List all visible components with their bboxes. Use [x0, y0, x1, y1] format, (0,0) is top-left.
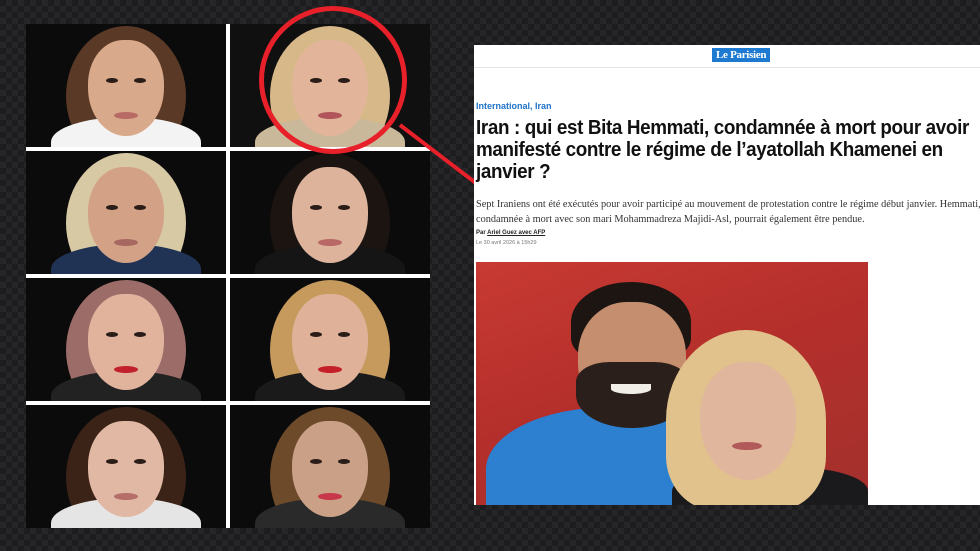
- portrait-eye-right: [338, 205, 350, 210]
- le-parisien-logo[interactable]: Le Parisien: [712, 48, 771, 62]
- portrait-eye-left: [310, 332, 322, 337]
- portrait-eye-right: [134, 332, 146, 337]
- portrait-1: [26, 24, 226, 147]
- portrait-eye-right: [338, 459, 350, 464]
- portrait-face: [88, 421, 164, 517]
- portrait-lips: [318, 239, 342, 246]
- portrait-5: [26, 278, 226, 401]
- portrait-lips: [114, 493, 138, 500]
- article-summary: Sept Iraniens ont été exécutés pour avoi…: [476, 199, 980, 225]
- portrait-eye-right: [338, 332, 350, 337]
- portrait-eye-left: [106, 459, 118, 464]
- portrait-eye-right: [134, 78, 146, 83]
- portrait-eye-left: [310, 205, 322, 210]
- portrait-lips: [114, 239, 138, 246]
- portrait-lips: [114, 112, 138, 119]
- byline-author[interactable]: Ariel Guez avec AFP: [487, 230, 545, 236]
- masthead: Le Parisien: [474, 45, 980, 68]
- portrait-eye-right: [134, 205, 146, 210]
- woman-lips: [732, 442, 762, 450]
- portrait-8: [230, 405, 430, 528]
- portrait-eye-left: [106, 205, 118, 210]
- portrait-7: [26, 405, 226, 528]
- portrait-face: [88, 294, 164, 390]
- woman-face: [700, 362, 796, 480]
- portrait-3: [26, 151, 226, 274]
- article-date: Le 30 avril 2026 à 15h29: [476, 240, 537, 246]
- portrait-face: [88, 167, 164, 263]
- portrait-face: [292, 167, 368, 263]
- portrait-6: [230, 278, 430, 401]
- man-smile: [611, 384, 651, 394]
- highlight-circle: [259, 6, 407, 154]
- portrait-face: [88, 40, 164, 136]
- news-article-screenshot: Le Parisien International, Iran Iran : q…: [474, 45, 980, 505]
- byline-prefix: Par: [476, 230, 486, 236]
- portrait-lips: [114, 366, 138, 373]
- portrait-face: [292, 421, 368, 517]
- couple-photo: [476, 262, 868, 505]
- portrait-eye-left: [310, 459, 322, 464]
- article-byline: Par Ariel Guez avec AFP: [476, 230, 545, 236]
- portrait-lips: [318, 366, 342, 373]
- portrait-face: [292, 294, 368, 390]
- portrait-eye-left: [106, 332, 118, 337]
- article-headline: Iran : qui est Bita Hemmati, condamnée à…: [476, 116, 969, 183]
- portrait-lips: [318, 493, 342, 500]
- article-category[interactable]: International, Iran: [476, 101, 552, 111]
- portrait-4: [230, 151, 430, 274]
- portrait-eye-left: [106, 78, 118, 83]
- portrait-eye-right: [134, 459, 146, 464]
